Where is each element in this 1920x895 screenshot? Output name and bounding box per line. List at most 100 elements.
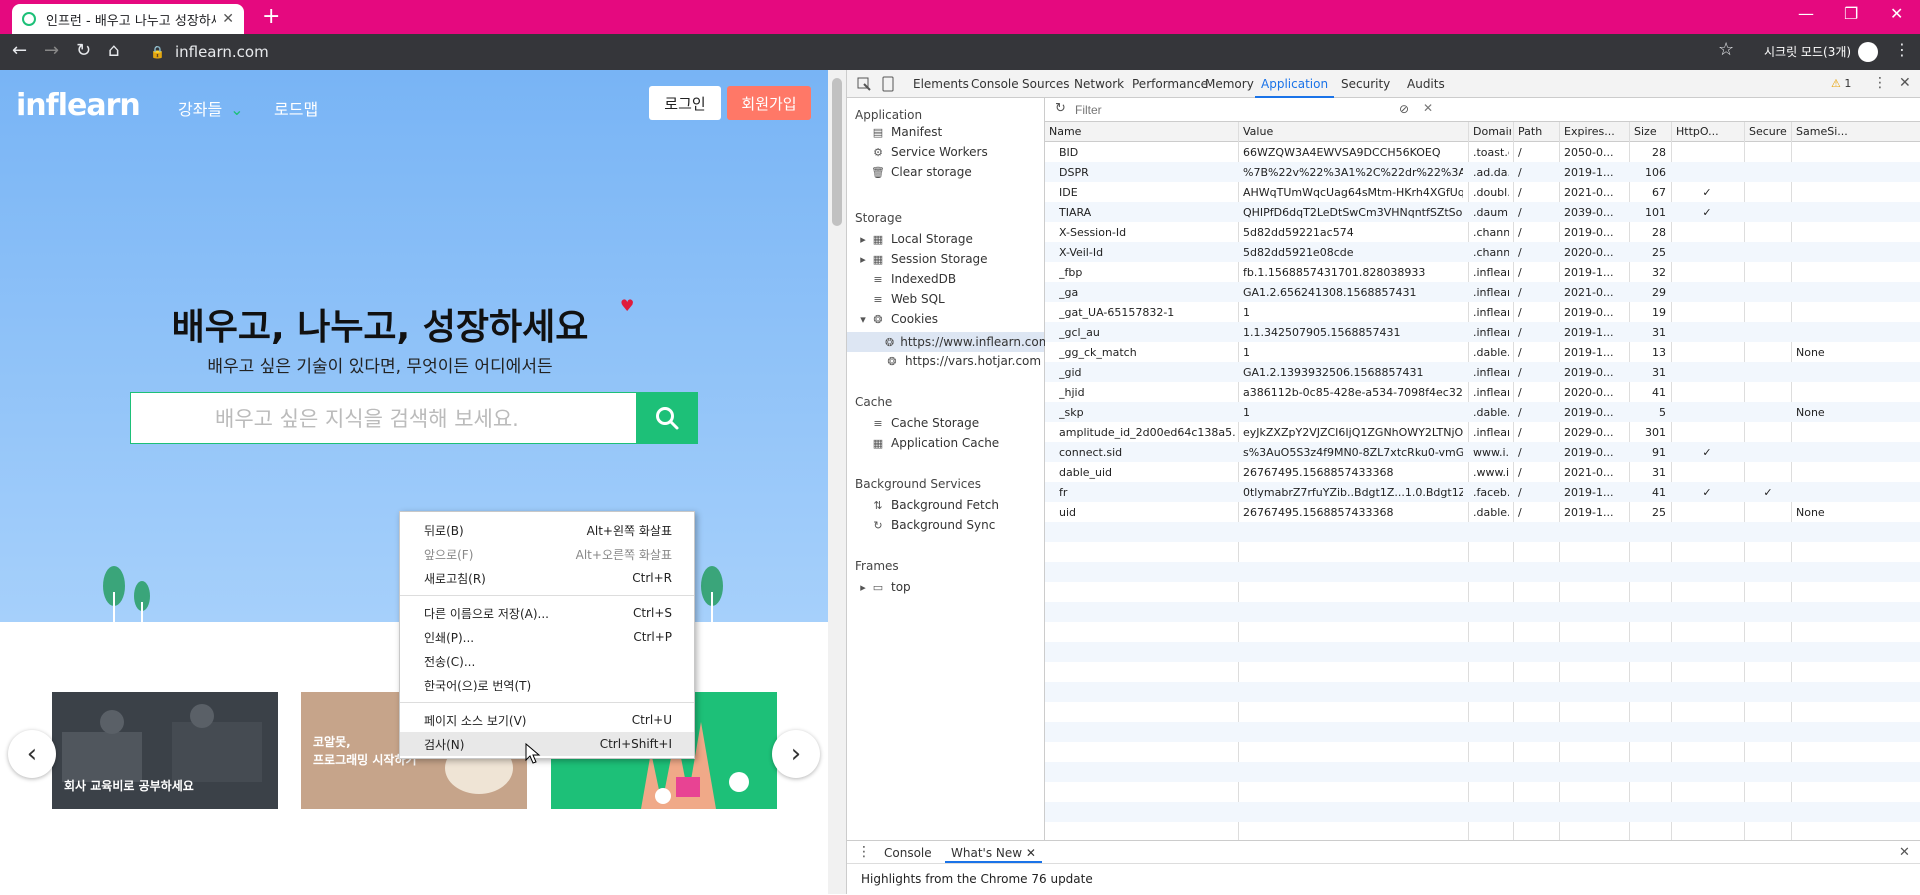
carousel-prev-button[interactable]: ‹	[8, 730, 56, 778]
back-icon[interactable]: ←	[12, 40, 27, 61]
browser-menu-icon[interactable]: ⋮	[1894, 40, 1910, 59]
table-row[interactable]: DSPR %7B%22v%22%3A1%2C%22dr%22%3A%7B%22..…	[1045, 162, 1920, 182]
devtools-tab-network[interactable]: Network	[1074, 77, 1124, 91]
sidebar-item-frame-top[interactable]: ▸ ▭ top	[859, 580, 910, 594]
drawer-tab-console[interactable]: Console	[884, 846, 932, 860]
table-row[interactable]: X-Veil-Id 5d82dd5921e08cde .chann... / 2020-…	[1045, 242, 1920, 262]
table-row[interactable]: amplitude_id_2d00ed64c138a5... eyJkZXZpY2…	[1045, 422, 1920, 442]
reload-icon[interactable]: ↻	[76, 40, 91, 61]
table-row[interactable]: _gg_ck_match 1 .dable.io / 2019-1... 13 None	[1045, 342, 1920, 362]
bookmark-star-icon[interactable]: ☆	[1718, 39, 1734, 60]
sidebar-item-cookie-hotjar[interactable]: ❂ https://vars.hotjar.com	[885, 354, 1041, 368]
search-input[interactable]: 배우고 싶은 지식을 검색해 보세요.	[130, 392, 636, 444]
filter-input[interactable]	[1075, 101, 1385, 119]
close-window-icon[interactable]: ✕	[1890, 4, 1903, 23]
context-menu-item[interactable]: 다른 이름으로 저장(A)... Ctrl+S	[400, 601, 694, 625]
close-devtools-icon[interactable]: ✕	[1899, 75, 1911, 91]
devtools-tab-performance[interactable]: Performance	[1132, 77, 1208, 91]
sidebar-item-cache-storage[interactable]: ≡ Cache Storage	[871, 416, 979, 430]
devtools-menu-icon[interactable]: ⋮	[1873, 75, 1887, 91]
incognito-icon[interactable]	[1858, 42, 1878, 62]
home-icon[interactable]: ⌂	[108, 40, 119, 61]
browser-tab[interactable]: 인프런 - 배우고 나누고 성장하세요 ✕	[12, 4, 244, 34]
page-scrollbar[interactable]	[828, 70, 846, 894]
column-header[interactable]: HttpO...	[1676, 125, 1740, 138]
table-row[interactable]: X-Session-Id 5d82dd59221ac574 .chann... / 20…	[1045, 222, 1920, 242]
close-tab-icon[interactable]: ✕	[1026, 846, 1036, 860]
close-tab-icon[interactable]: ✕	[222, 11, 234, 27]
device-toolbar-icon[interactable]	[881, 76, 895, 92]
context-menu-item[interactable]: 전송(C)...	[400, 649, 694, 673]
table-row[interactable]: TIARA QHIPfD6dqT2LeDtSwCm3VHNqntfSZtSoMHS…	[1045, 202, 1920, 222]
sidebar-item-clear-storage[interactable]: 🗑 Clear storage	[871, 165, 972, 179]
table-row[interactable]: uid 26767495.1568857433368 .dable.io / 2019-…	[1045, 502, 1920, 522]
delete-selected-icon[interactable]: ✕	[1423, 101, 1433, 115]
refresh-icon[interactable]: ↻	[1055, 101, 1066, 116]
signup-button[interactable]: 회원가입	[727, 86, 811, 120]
carousel-next-button[interactable]: ›	[772, 730, 820, 778]
devtools-tab-application[interactable]: Application	[1254, 77, 1335, 98]
devtools-tab-elements[interactable]: Elements	[913, 77, 969, 91]
devtools-tab-audits[interactable]: Audits	[1407, 77, 1445, 91]
sidebar-item-cookie-inflearn[interactable]: ❂ https://www.inflearn.com	[847, 332, 1050, 352]
context-menu-item[interactable]: 새로고침(R) Ctrl+R	[400, 566, 694, 590]
context-menu-item[interactable]: 뒤로(B) Alt+왼쪽 화살표	[400, 518, 694, 542]
column-header[interactable]: SameSi...	[1796, 125, 1912, 138]
nav-roadmap[interactable]: 로드맵	[274, 96, 318, 120]
scrollbar-thumb[interactable]	[832, 78, 842, 226]
forward-icon[interactable]: →	[44, 40, 59, 61]
nav-courses[interactable]: 강좌들 ⌄	[178, 96, 244, 120]
devtools-tab-security[interactable]: Security	[1341, 77, 1390, 91]
context-menu-item[interactable]: 한국어(으)로 번역(T)	[400, 673, 694, 697]
table-row[interactable]: _ga GA1.2.656241308.1568857431 .inflear...…	[1045, 282, 1920, 302]
column-header[interactable]: Value	[1243, 125, 1465, 138]
table-row[interactable]: connect.sid s%3AuO5S3z4f9MN0-8ZL7xtcRku0-…	[1045, 442, 1920, 462]
column-header[interactable]: Name	[1049, 125, 1235, 138]
sidebar-item-application-cache[interactable]: ▦ Application Cache	[871, 436, 999, 450]
table-row[interactable]: dable_uid 26767495.1568857433368 .www.i...…	[1045, 462, 1920, 482]
sidebar-item-session-storage[interactable]: ▸ ▦ Session Storage	[859, 252, 987, 266]
restore-icon[interactable]: ❐	[1844, 4, 1858, 23]
devtools-tab-sources[interactable]: Sources	[1022, 77, 1069, 91]
omnibox[interactable]: 🔒 inflearn.com	[150, 40, 269, 64]
column-header[interactable]: Expires...	[1564, 125, 1626, 138]
sidebar-item-manifest[interactable]: ▤ Manifest	[871, 125, 942, 139]
drawer-tab-whats-new[interactable]: What's New ✕	[945, 841, 1042, 863]
table-row[interactable]: _fbp fb.1.1568857431701.828038933 .inflear…	[1045, 262, 1920, 282]
inspect-element-icon[interactable]	[857, 77, 871, 91]
sidebar-item-background-sync[interactable]: ↻ Background Sync	[871, 518, 995, 532]
drawer-menu-icon[interactable]: ⋮	[857, 844, 871, 860]
table-row[interactable]: _hjid a386112b-0c85-428e-a534-7098f4ec325…	[1045, 382, 1920, 402]
table-row[interactable]: fr 0tlymabrZ7rfuYZib..Bdgt1Z...1.0.Bdgt1Z…	[1045, 482, 1920, 502]
sidebar-item-cookies[interactable]: ▾ ❂ Cookies	[859, 312, 938, 326]
table-row[interactable]: _gid GA1.2.1393932506.1568857431 .inflear.…	[1045, 362, 1920, 382]
table-row[interactable]: BID 66WZQW3A4EWVSA9DCCH56KOEQ .toast.c... /…	[1045, 142, 1920, 162]
banner-card[interactable]: 회사 교육비로 공부하세요	[52, 692, 278, 809]
close-drawer-icon[interactable]: ✕	[1899, 845, 1910, 860]
clear-all-icon[interactable]: ⊘	[1399, 102, 1409, 116]
column-header[interactable]: Size	[1634, 125, 1668, 138]
context-menu-item[interactable]: 페이지 소스 보기(V) Ctrl+U	[400, 708, 694, 732]
sidebar-item-service-workers[interactable]: ⚙ Service Workers	[871, 145, 988, 159]
devtools-tab-console[interactable]: Console	[971, 77, 1019, 91]
devtools-tab-memory[interactable]: Memory	[1205, 77, 1254, 91]
new-tab-icon[interactable]: +	[262, 4, 280, 29]
sidebar-item-web-sql[interactable]: ≡ Web SQL	[871, 292, 944, 306]
column-header[interactable]: Secure	[1749, 125, 1789, 138]
sidebar-item-local-storage[interactable]: ▸ ▦ Local Storage	[859, 232, 973, 246]
context-menu-item[interactable]: 검사(N) Ctrl+Shift+I	[400, 732, 694, 756]
search-button[interactable]	[636, 392, 698, 444]
warning-icon[interactable]: ⚠ 1	[1831, 77, 1851, 90]
sidebar-item-background-fetch[interactable]: ⇅ Background Fetch	[871, 498, 999, 512]
minimize-icon[interactable]: —	[1798, 4, 1814, 23]
column-header[interactable]: Domain	[1473, 125, 1511, 138]
table-row[interactable]: _skp 1 .dable.io / 2019-0... 5 None	[1045, 402, 1920, 422]
context-menu-item[interactable]: 인쇄(P)... Ctrl+P	[400, 625, 694, 649]
sidebar-item-indexeddb[interactable]: ≡ IndexedDB	[871, 272, 956, 286]
table-row[interactable]: _gat_UA-65157832-1 1 .inflear... / 2019-0...…	[1045, 302, 1920, 322]
inflearn-logo[interactable]: inflearn	[16, 88, 141, 123]
table-row[interactable]: IDE AHWqTUmWqcUag64sMtm-HKrh4XGfUqtiVy-X.…	[1045, 182, 1920, 202]
column-header[interactable]: Path	[1518, 125, 1556, 138]
login-button[interactable]: 로그인	[649, 86, 721, 120]
table-row[interactable]: _gcl_au 1.1.342507905.1568857431 .inflear.…	[1045, 322, 1920, 342]
